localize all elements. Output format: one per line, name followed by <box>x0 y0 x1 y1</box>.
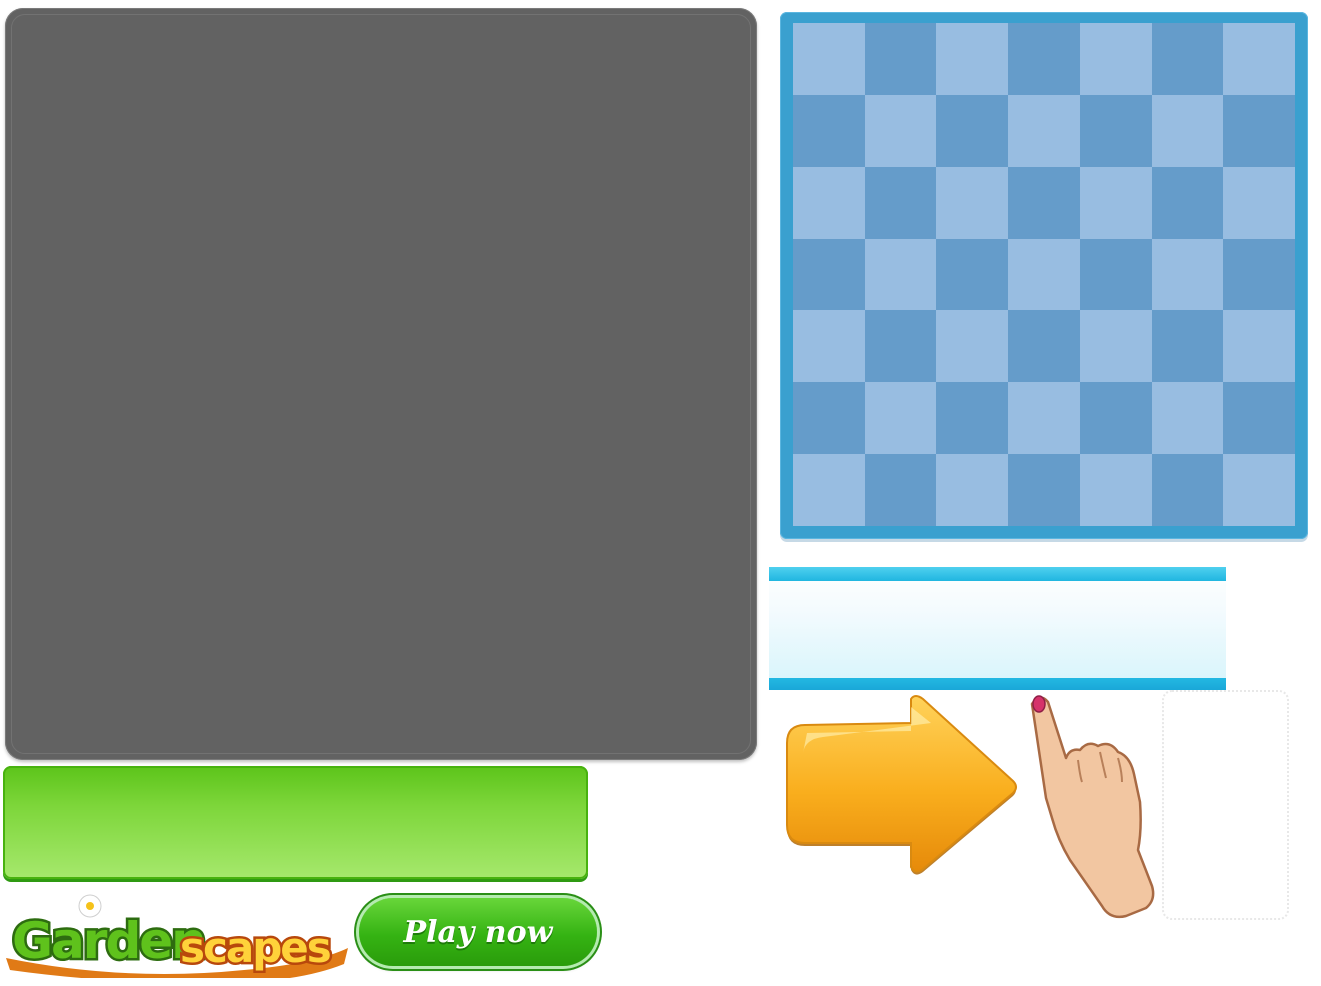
board-cell[interactable] <box>1079 238 1152 311</box>
play-now-label: Play now <box>403 914 553 950</box>
board-cell[interactable] <box>1223 454 1295 526</box>
game-board[interactable] <box>780 12 1308 539</box>
board-cell[interactable] <box>1151 310 1224 383</box>
gardenscapes-logo: Garden scapes <box>6 894 348 978</box>
board-cell[interactable] <box>1079 382 1152 455</box>
board-cell[interactable] <box>1008 94 1080 167</box>
board-cell[interactable] <box>1223 238 1295 311</box>
board-cell[interactable] <box>1008 382 1080 455</box>
board-cell[interactable] <box>864 310 937 383</box>
svg-text:scapes: scapes <box>180 923 331 972</box>
board-cell[interactable] <box>1079 94 1152 167</box>
board-cell[interactable] <box>1079 454 1152 526</box>
board-cell[interactable] <box>793 94 865 167</box>
board-cell[interactable] <box>1223 310 1295 383</box>
board-cell[interactable] <box>793 454 865 526</box>
board-cell[interactable] <box>864 23 937 95</box>
board-cell[interactable] <box>793 382 865 455</box>
board-cell[interactable] <box>1079 166 1152 239</box>
board-cell[interactable] <box>793 23 865 95</box>
pointing-hand-icon <box>1030 695 1155 919</box>
cyan-bar-top-edge <box>769 567 1226 581</box>
board-cell[interactable] <box>1008 238 1080 311</box>
board-cell[interactable] <box>1008 310 1080 383</box>
board-cell[interactable] <box>1151 94 1224 167</box>
svg-text:Garden: Garden <box>12 912 205 970</box>
dark-panel <box>5 8 757 760</box>
board-cell[interactable] <box>936 166 1009 239</box>
board-cell[interactable] <box>793 310 865 383</box>
board-cell[interactable] <box>864 166 937 239</box>
board-cell[interactable] <box>864 454 937 526</box>
board-cell[interactable] <box>1223 23 1295 95</box>
board-cell[interactable] <box>1223 94 1295 167</box>
board-cell[interactable] <box>936 94 1009 167</box>
board-cell[interactable] <box>936 310 1009 383</box>
dark-panel-border <box>11 14 751 754</box>
board-cell[interactable] <box>936 238 1009 311</box>
dotted-placeholder-box <box>1162 690 1289 920</box>
board-cell[interactable] <box>1151 454 1224 526</box>
board-cell[interactable] <box>864 382 937 455</box>
right-arrow-icon <box>786 695 1017 875</box>
board-cell[interactable] <box>864 94 937 167</box>
board-cell[interactable] <box>1008 454 1080 526</box>
green-banner <box>3 766 588 879</box>
board-cell[interactable] <box>936 454 1009 526</box>
cyan-bar <box>769 567 1226 690</box>
board-cell[interactable] <box>1008 166 1080 239</box>
board-cell[interactable] <box>1151 166 1224 239</box>
board-cell[interactable] <box>1079 310 1152 383</box>
board-cell[interactable] <box>1151 238 1224 311</box>
board-cell[interactable] <box>1079 23 1152 95</box>
board-cell[interactable] <box>1151 382 1224 455</box>
board-cell[interactable] <box>1008 23 1080 95</box>
board-cell[interactable] <box>936 382 1009 455</box>
board-cell[interactable] <box>1151 23 1224 95</box>
play-now-button[interactable]: Play now <box>359 898 597 966</box>
cyan-bar-bottom-edge <box>769 678 1226 690</box>
board-cell[interactable] <box>936 23 1009 95</box>
board-cell[interactable] <box>1223 166 1295 239</box>
board-cell[interactable] <box>793 166 865 239</box>
board-cell[interactable] <box>793 238 865 311</box>
board-grid[interactable] <box>793 23 1295 526</box>
board-cell[interactable] <box>1223 382 1295 455</box>
board-cell[interactable] <box>864 238 937 311</box>
